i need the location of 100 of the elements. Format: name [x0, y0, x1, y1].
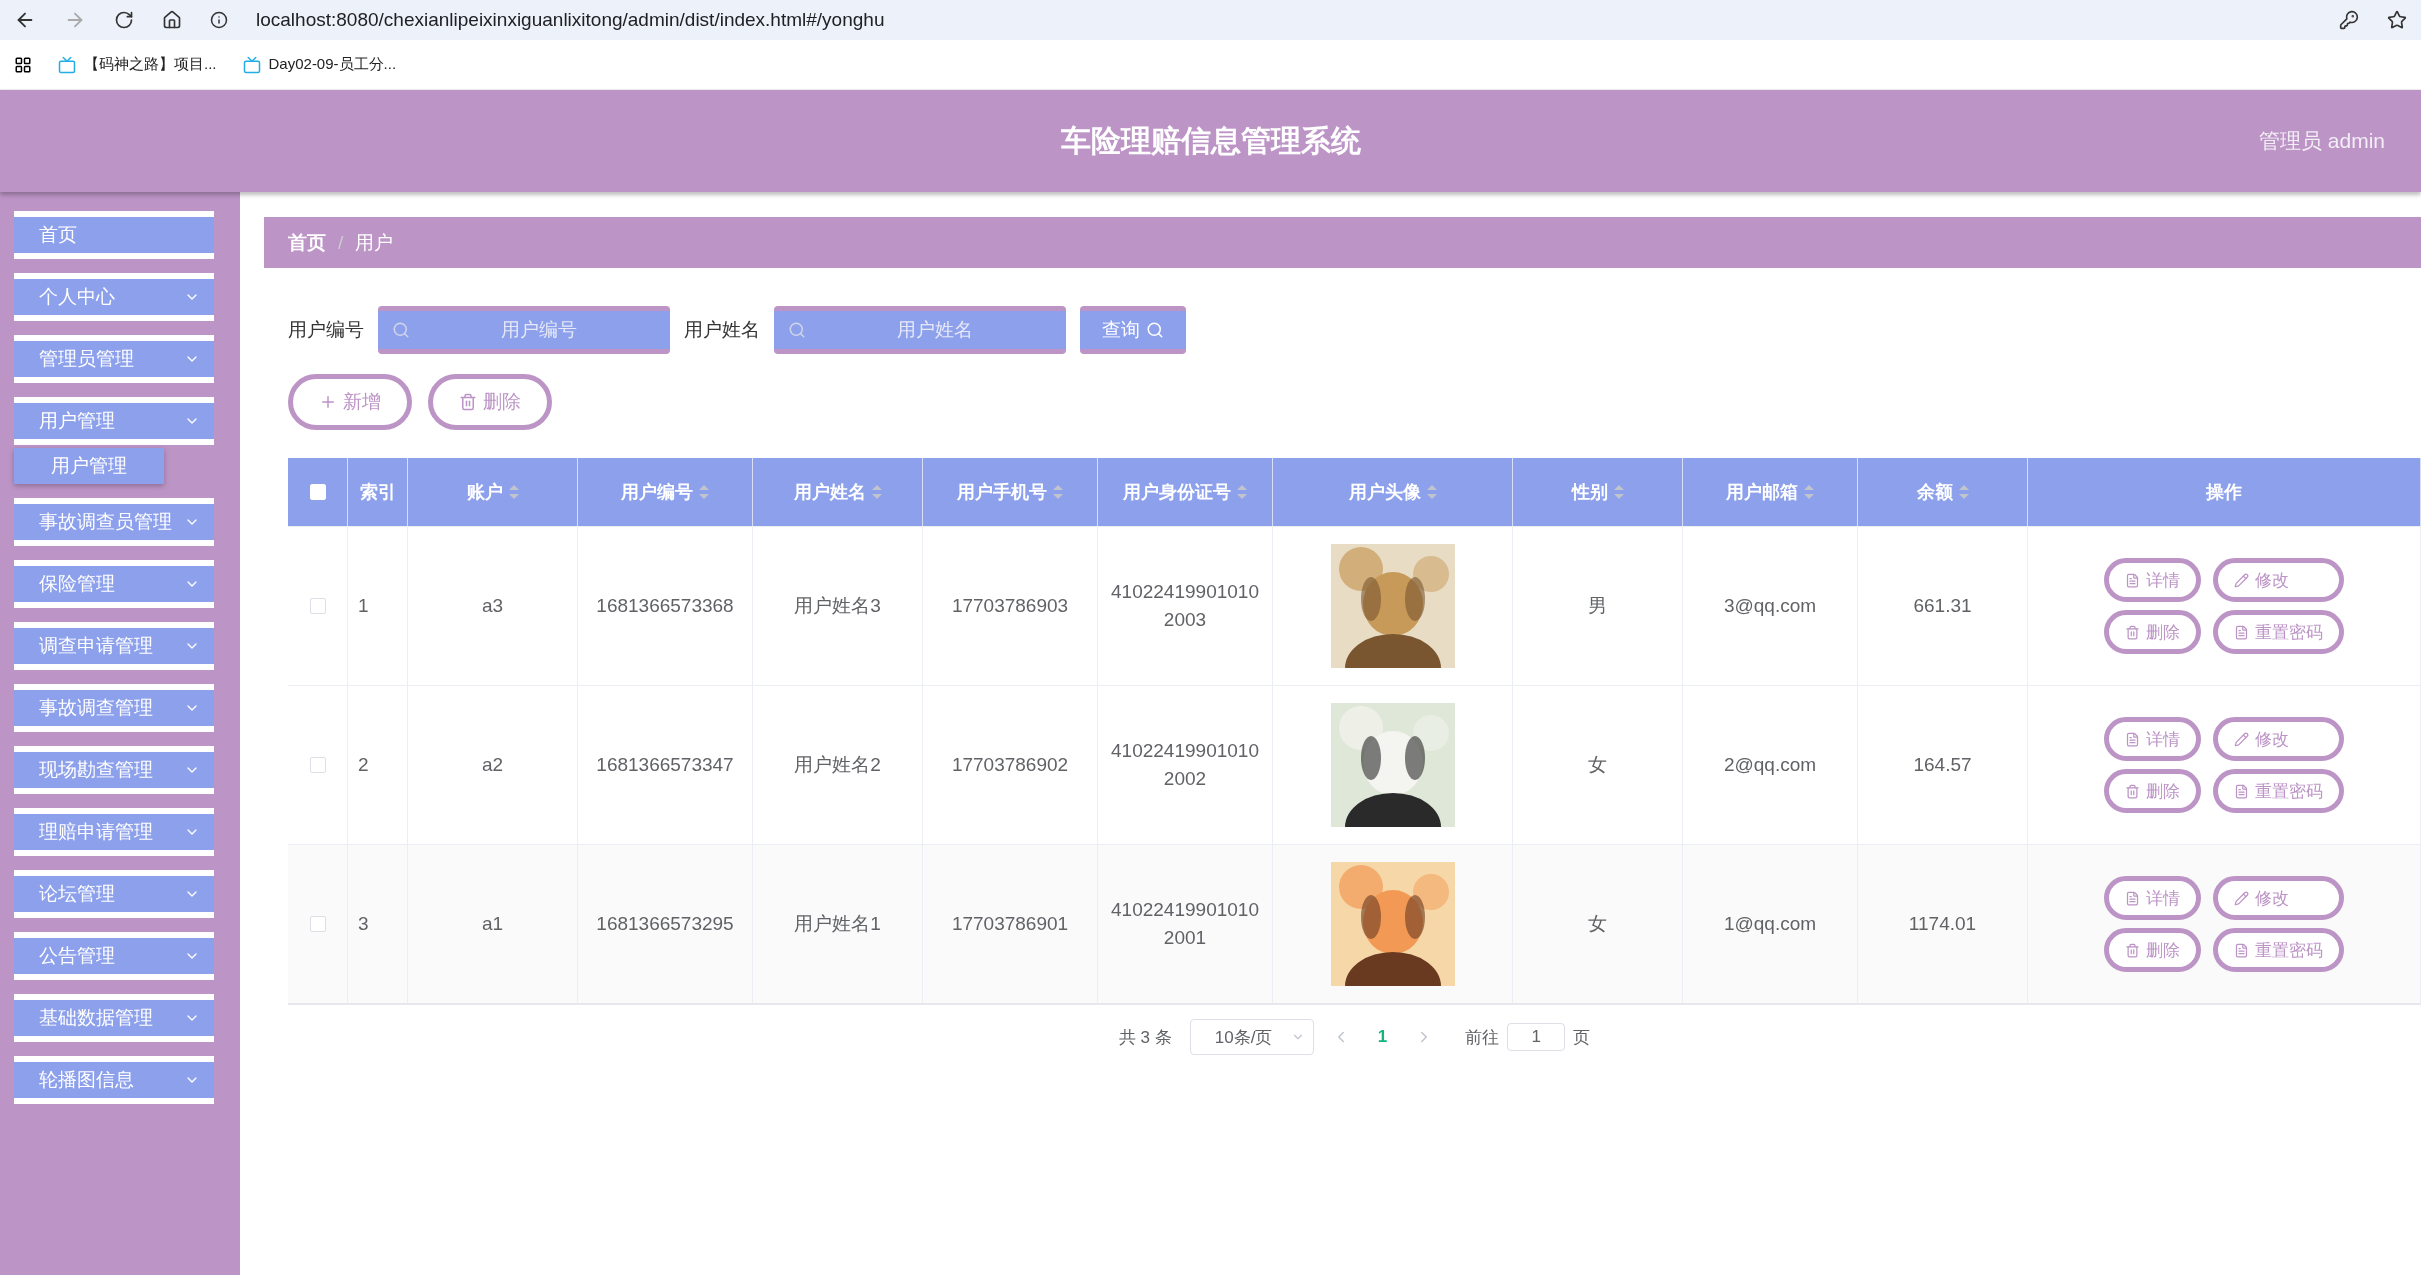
column-header[interactable]: 用户邮箱	[1726, 480, 1814, 504]
sidebar-item[interactable]: 首页	[14, 211, 214, 259]
sidebar-item[interactable]: 调查申请管理	[14, 622, 214, 670]
add-button[interactable]: 新增	[288, 374, 412, 430]
delete-button[interactable]: 删除	[428, 374, 552, 430]
page-number[interactable]: 1	[1367, 1027, 1398, 1047]
column-header: 索引	[359, 481, 396, 504]
reset-password-button[interactable]: 重置密码	[2213, 610, 2344, 654]
detail-button[interactable]: 详情	[2104, 717, 2201, 761]
pencil-icon	[2234, 890, 2249, 906]
tv-icon	[58, 55, 76, 74]
edit-button[interactable]: 修改	[2213, 717, 2344, 761]
table-cell-text: 1681366573347	[596, 752, 734, 777]
column-header[interactable]: 账户	[466, 480, 519, 504]
sidebar-item[interactable]: 个人中心	[14, 273, 214, 321]
search-button[interactable]: 查询	[1080, 306, 1186, 354]
tv-icon	[242, 55, 261, 74]
table-cell-text: 661.31	[1913, 593, 1972, 618]
table-cell-text: 1681366573368	[596, 593, 734, 618]
sidebar-item[interactable]: 事故调查管理	[14, 684, 214, 732]
delete-button[interactable]: 删除	[2104, 928, 2201, 972]
table-cell-text: 2	[358, 752, 369, 777]
row-checkbox[interactable]	[309, 757, 326, 773]
table-cell-text: 17703786902	[951, 752, 1069, 777]
site-info-icon[interactable]	[210, 11, 228, 29]
reset-password-button[interactable]: 重置密码	[2213, 769, 2344, 813]
row-checkbox[interactable]	[309, 916, 326, 932]
sidebar-item[interactable]: 事故调查员管理	[14, 498, 214, 546]
column-header[interactable]: 用户姓名	[793, 480, 882, 504]
pencil-icon	[2234, 731, 2249, 747]
sort-icon[interactable]	[871, 485, 882, 499]
document-icon	[2125, 890, 2140, 906]
user-label[interactable]: 管理员 admin	[2258, 127, 2385, 155]
table-cell-text: 410224199010102002	[1110, 738, 1260, 791]
table-cell-text: 1@qq.com	[1723, 911, 1817, 936]
sidebar-item[interactable]: 用户管理	[14, 397, 214, 445]
sidebar-item[interactable]: 公告管理	[14, 932, 214, 980]
document-icon	[2234, 624, 2249, 640]
sort-icon[interactable]	[1613, 485, 1624, 499]
select-all-checkbox[interactable]	[309, 484, 326, 500]
sort-icon[interactable]	[1237, 485, 1247, 499]
sidebar-item[interactable]: 理赔申请管理	[14, 808, 214, 856]
sort-icon[interactable]	[1426, 485, 1437, 499]
column-header[interactable]: 用户头像	[1348, 480, 1437, 504]
bookmark-link[interactable]: Day02-09-员工分...	[242, 55, 397, 74]
trash-icon	[459, 393, 477, 411]
sidebar-item[interactable]: 基础数据管理	[14, 994, 214, 1042]
sort-icon[interactable]	[1804, 485, 1814, 499]
sort-icon[interactable]	[699, 485, 709, 499]
app-title: 车险理赔信息管理系统	[1060, 122, 1361, 159]
sidebar-item[interactable]: 保险管理	[14, 560, 214, 608]
sidebar-item[interactable]: 轮播图信息	[14, 1056, 214, 1104]
bookmark-link[interactable]: 【码神之路】项目...	[58, 55, 217, 74]
table-cell-text: 17703786903	[951, 593, 1069, 618]
table-cell-text: 用户姓名1	[794, 911, 881, 936]
breadcrumb-link[interactable]: 用户	[355, 229, 394, 256]
table-cell-text: 1	[358, 593, 369, 618]
detail-button[interactable]: 详情	[2104, 558, 2201, 602]
sort-icon[interactable]	[1958, 485, 1969, 499]
search-field[interactable]: 用户编号	[378, 306, 670, 354]
reload-icon[interactable]	[114, 10, 134, 30]
delete-button[interactable]: 删除	[2104, 610, 2201, 654]
search-field[interactable]: 用户姓名	[774, 306, 1066, 354]
edit-button[interactable]: 修改	[2213, 876, 2344, 920]
key-icon[interactable]	[2339, 10, 2359, 30]
table-cell-text: 2@qq.com	[1723, 752, 1817, 777]
sort-icon[interactable]	[508, 485, 519, 499]
table-cell-text: 1174.01	[1908, 911, 1977, 936]
goto-page-field[interactable]: 1	[1507, 1023, 1566, 1051]
sidebar-item[interactable]: 管理员管理	[14, 335, 214, 383]
sidebar-subitem[interactable]: 用户管理	[14, 448, 164, 484]
column-header: 操作	[2206, 481, 2242, 504]
table-cell-text: a2	[481, 752, 504, 777]
apps-icon[interactable]	[14, 55, 32, 74]
breadcrumb-link[interactable]: 首页	[288, 229, 326, 256]
search-icon	[1146, 321, 1164, 339]
column-header[interactable]: 用户编号	[621, 480, 709, 504]
table-cell-text: 1681366573295	[596, 911, 734, 936]
table-cell-text: 用户姓名2	[794, 752, 881, 777]
table-cell-text: 女	[1588, 911, 1607, 936]
sidebar-item[interactable]: 论坛管理	[14, 870, 214, 918]
home-icon[interactable]	[162, 10, 182, 30]
row-checkbox[interactable]	[309, 598, 326, 614]
table-cell-text: 410224199010102001	[1110, 897, 1260, 950]
bookmark-star-icon[interactable]	[2387, 10, 2407, 30]
document-icon	[2125, 731, 2140, 747]
column-header[interactable]: 用户身份证号	[1123, 480, 1247, 504]
sidebar-item[interactable]: 现场勘查管理	[14, 746, 214, 794]
field-label: 用户编号	[288, 318, 364, 342]
edit-button[interactable]: 修改	[2213, 558, 2344, 602]
column-header[interactable]: 余额	[1916, 480, 1969, 504]
column-header[interactable]: 性别	[1571, 480, 1624, 504]
detail-button[interactable]: 详情	[2104, 876, 2201, 920]
total-count: 共 3 条	[1118, 1026, 1172, 1049]
page-size-select[interactable]: 10条/页	[1189, 1019, 1314, 1055]
reset-password-button[interactable]: 重置密码	[2213, 928, 2344, 972]
sort-icon[interactable]	[1053, 485, 1063, 499]
delete-button[interactable]: 删除	[2104, 769, 2201, 813]
column-header[interactable]: 用户手机号	[957, 480, 1063, 504]
document-icon	[2234, 942, 2249, 958]
